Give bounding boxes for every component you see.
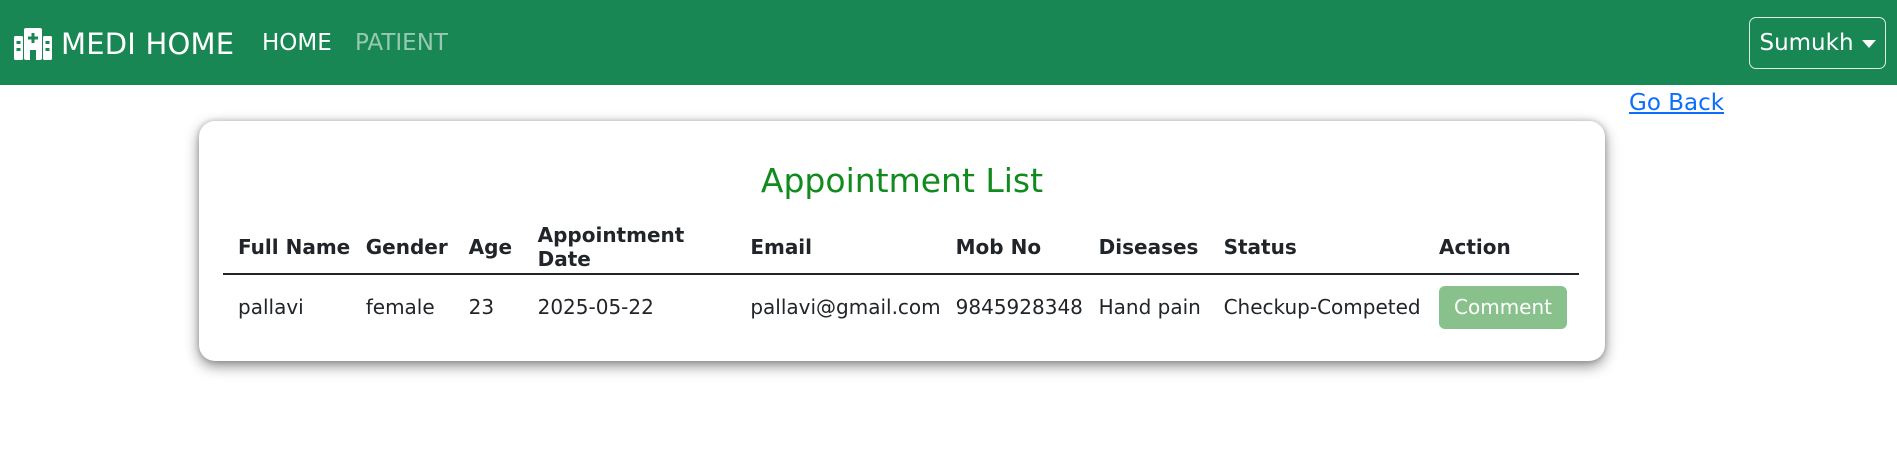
- nav-home-link[interactable]: HOME: [262, 30, 332, 56]
- go-back-link[interactable]: Go Back: [1629, 90, 1724, 116]
- header-status: Status: [1208, 221, 1425, 275]
- appointment-card: Appointment List Full Name Gender Age Ap…: [199, 121, 1605, 361]
- cell-mob-no: 9845928348: [955, 295, 1083, 319]
- hospital-icon: [14, 28, 52, 60]
- navbar: MEDI HOME HOME PATIENT Sumukh: [0, 0, 1897, 85]
- header-mob-no: Mob No: [940, 221, 1084, 275]
- user-dropdown-button[interactable]: Sumukh: [1749, 17, 1886, 69]
- brand-link[interactable]: MEDI HOME: [14, 24, 234, 64]
- appointment-table: Full Name Gender Age Appointment Date Em…: [223, 221, 1579, 339]
- cell-diseases: Hand pain: [1098, 295, 1201, 319]
- header-action: Action: [1424, 221, 1579, 275]
- comment-button[interactable]: Comment: [1439, 285, 1568, 329]
- header-full-name: Full Name: [223, 221, 351, 275]
- header-age: Age: [453, 221, 523, 275]
- nav-patient-link[interactable]: PATIENT: [355, 30, 448, 56]
- table-row: pallavi female 23 2025-05-22 pallavi@gma…: [223, 274, 1579, 339]
- header-appointment-date: Appointment Date: [522, 221, 736, 275]
- cell-action: Comment: [1424, 274, 1579, 339]
- cell-full-name: pallavi: [238, 295, 304, 319]
- cell-email: pallavi@gmail.com: [750, 295, 941, 319]
- user-name: Sumukh: [1759, 30, 1854, 56]
- page-title: Appointment List: [760, 161, 1044, 200]
- cell-appointment-date: 2025-05-22: [537, 295, 654, 319]
- header-email: Email: [735, 221, 941, 275]
- cell-status: Checkup-Competed: [1223, 295, 1421, 319]
- table-header-row: Full Name Gender Age Appointment Date Em…: [223, 221, 1579, 275]
- cell-age: 23: [468, 295, 495, 319]
- header-gender: Gender: [350, 221, 454, 275]
- header-diseases: Diseases: [1083, 221, 1209, 275]
- caret-down-icon: [1861, 40, 1876, 48]
- cell-gender: female: [365, 295, 435, 319]
- brand-name: MEDI HOME: [61, 27, 235, 61]
